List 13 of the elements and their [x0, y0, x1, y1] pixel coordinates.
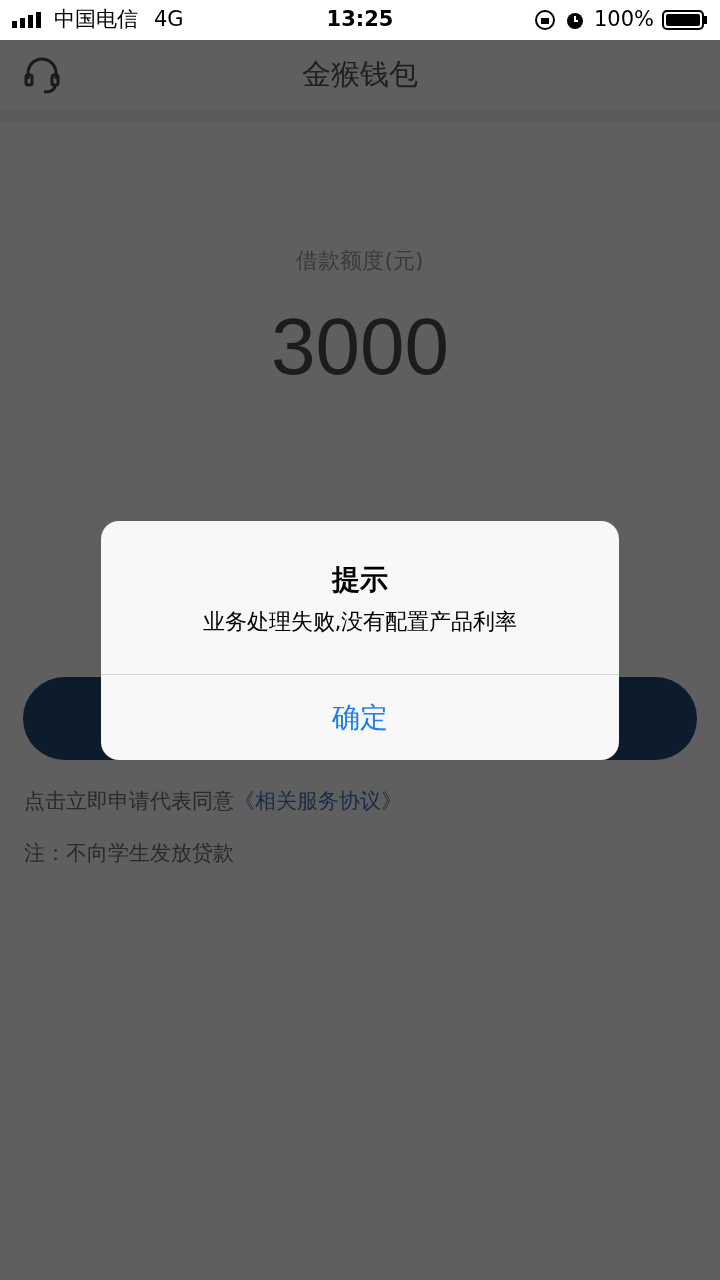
- confirm-button[interactable]: 确定: [101, 675, 619, 760]
- network-type: 4G: [154, 6, 184, 34]
- loan-amount: 3000: [271, 307, 449, 387]
- battery-icon: [662, 10, 708, 30]
- carrier-name: 中国电信: [54, 6, 138, 34]
- rotation-lock-icon: [533, 9, 556, 31]
- alert-title: 提示: [332, 562, 388, 598]
- battery-percent: 100%: [593, 6, 654, 34]
- agreement-link[interactable]: 《相关服务协议》: [234, 789, 402, 813]
- headset-icon[interactable]: [22, 55, 62, 95]
- page-title: 金猴钱包: [302, 56, 418, 94]
- alert-message: 业务处理失败,没有配置产品利率: [202, 608, 518, 636]
- clock: 13:25: [326, 6, 394, 34]
